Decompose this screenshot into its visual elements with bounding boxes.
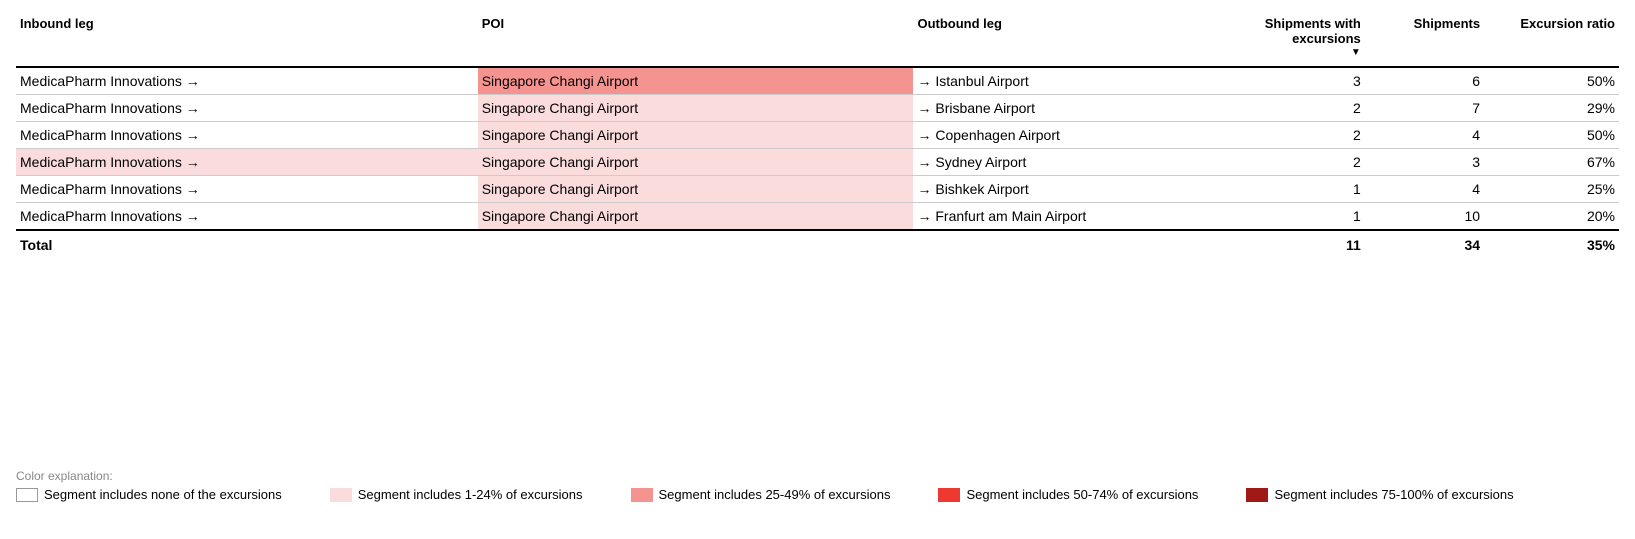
- cell-inbound-leg: MedicaPharm Innovations →: [16, 149, 478, 176]
- legend-label: Segment includes 50-74% of excursions: [966, 487, 1198, 502]
- cell-outbound-leg: → Bishkek Airport: [913, 176, 1229, 203]
- legend-swatch-icon: [1246, 488, 1268, 502]
- cell-shipments: 4: [1365, 122, 1484, 149]
- total-swe: 11: [1230, 230, 1365, 259]
- cell-excursion-ratio: 50%: [1484, 67, 1619, 95]
- cell-inbound-leg: MedicaPharm Innovations →: [16, 122, 478, 149]
- cell-inbound-leg: MedicaPharm Innovations →: [16, 67, 478, 95]
- column-header-shipments[interactable]: Shipments: [1365, 10, 1484, 67]
- cell-excursion-ratio: 29%: [1484, 95, 1619, 122]
- legend-swatch-icon: [16, 488, 38, 502]
- column-header-shipments-with-excursions[interactable]: Shipments with excursions ▼: [1230, 10, 1365, 67]
- cell-excursion-ratio: 50%: [1484, 122, 1619, 149]
- cell-outbound-leg: → Sydney Airport: [913, 149, 1229, 176]
- column-header-inbound-leg[interactable]: Inbound leg: [16, 10, 478, 67]
- table-total-row: Total 11 34 35%: [16, 230, 1619, 259]
- cell-excursion-ratio: 25%: [1484, 176, 1619, 203]
- legend-item: Segment includes 50-74% of excursions: [938, 487, 1198, 502]
- cell-outbound-leg: → Franfurt am Main Airport: [913, 203, 1229, 231]
- column-header-excursion-ratio[interactable]: Excursion ratio: [1484, 10, 1619, 67]
- table-row[interactable]: MedicaPharm Innovations →Singapore Chang…: [16, 122, 1619, 149]
- cell-poi: Singapore Changi Airport: [478, 203, 914, 231]
- column-header-poi[interactable]: POI: [478, 10, 914, 67]
- cell-poi: Singapore Changi Airport: [478, 67, 914, 95]
- legend-swatch-icon: [330, 488, 352, 502]
- cell-shipments: 4: [1365, 176, 1484, 203]
- column-header-outbound-leg[interactable]: Outbound leg: [913, 10, 1229, 67]
- cell-shipments-with-excursions: 2: [1230, 149, 1365, 176]
- cell-poi: Singapore Changi Airport: [478, 149, 914, 176]
- sort-indicator-desc-icon: ▼: [1234, 48, 1361, 58]
- total-label: Total: [16, 230, 478, 259]
- cell-shipments-with-excursions: 3: [1230, 67, 1365, 95]
- table-row[interactable]: MedicaPharm Innovations →Singapore Chang…: [16, 95, 1619, 122]
- legend-label: Segment includes 75-100% of excursions: [1274, 487, 1513, 502]
- cell-shipments-with-excursions: 2: [1230, 95, 1365, 122]
- cell-shipments-with-excursions: 2: [1230, 122, 1365, 149]
- cell-inbound-leg: MedicaPharm Innovations →: [16, 203, 478, 231]
- legend-label: Segment includes 1-24% of excursions: [358, 487, 583, 502]
- legend: Color explanation: Segment includes none…: [16, 469, 1619, 502]
- cell-outbound-leg: → Copenhagen Airport: [913, 122, 1229, 149]
- table-row[interactable]: MedicaPharm Innovations →Singapore Chang…: [16, 203, 1619, 231]
- legend-label: Segment includes 25-49% of excursions: [659, 487, 891, 502]
- table-row[interactable]: MedicaPharm Innovations →Singapore Chang…: [16, 67, 1619, 95]
- cell-excursion-ratio: 67%: [1484, 149, 1619, 176]
- cell-shipments: 6: [1365, 67, 1484, 95]
- legend-item: Segment includes none of the excursions: [16, 487, 282, 502]
- legend-swatch-icon: [938, 488, 960, 502]
- cell-excursion-ratio: 20%: [1484, 203, 1619, 231]
- cell-shipments: 3: [1365, 149, 1484, 176]
- total-ratio: 35%: [1484, 230, 1619, 259]
- total-shipments: 34: [1365, 230, 1484, 259]
- legend-item: Segment includes 25-49% of excursions: [631, 487, 891, 502]
- cell-inbound-leg: MedicaPharm Innovations →: [16, 95, 478, 122]
- table-row[interactable]: MedicaPharm Innovations →Singapore Chang…: [16, 149, 1619, 176]
- cell-shipments: 10: [1365, 203, 1484, 231]
- table-header-row: Inbound leg POI Outbound leg Shipments w…: [16, 10, 1619, 67]
- cell-inbound-leg: MedicaPharm Innovations →: [16, 176, 478, 203]
- legend-item: Segment includes 1-24% of excursions: [330, 487, 583, 502]
- cell-shipments: 7: [1365, 95, 1484, 122]
- cell-poi: Singapore Changi Airport: [478, 122, 914, 149]
- legend-title: Color explanation:: [16, 469, 1619, 483]
- legend-swatch-icon: [631, 488, 653, 502]
- legend-label: Segment includes none of the excursions: [44, 487, 282, 502]
- cell-outbound-leg: → Brisbane Airport: [913, 95, 1229, 122]
- legend-item: Segment includes 75-100% of excursions: [1246, 487, 1513, 502]
- table-row[interactable]: MedicaPharm Innovations →Singapore Chang…: [16, 176, 1619, 203]
- cell-shipments-with-excursions: 1: [1230, 203, 1365, 231]
- excursions-table: Inbound leg POI Outbound leg Shipments w…: [16, 10, 1619, 259]
- cell-poi: Singapore Changi Airport: [478, 95, 914, 122]
- cell-poi: Singapore Changi Airport: [478, 176, 914, 203]
- column-header-label: Shipments with excursions: [1265, 16, 1361, 46]
- cell-outbound-leg: → Istanbul Airport: [913, 67, 1229, 95]
- cell-shipments-with-excursions: 1: [1230, 176, 1365, 203]
